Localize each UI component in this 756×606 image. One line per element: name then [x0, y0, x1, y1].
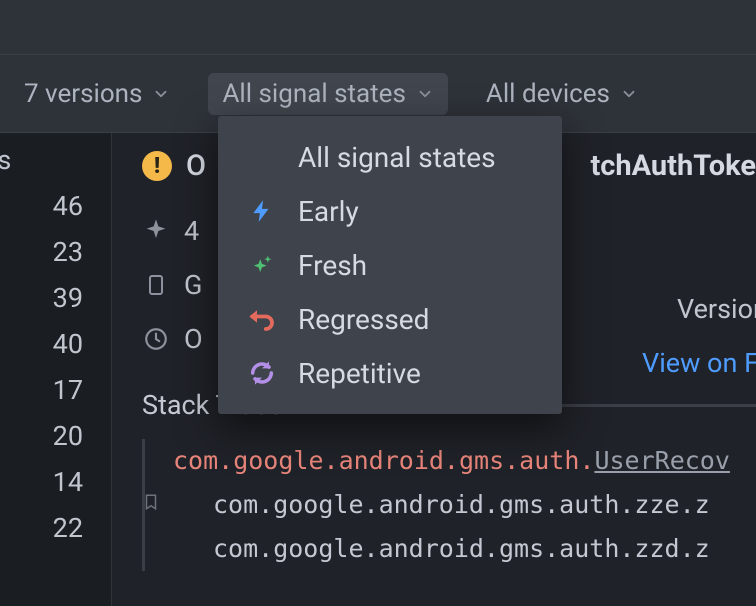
dropdown-item-early[interactable]: Early	[218, 184, 562, 238]
chevron-down-icon	[152, 85, 170, 103]
meta-events-value: 4	[184, 215, 199, 247]
sparkle-icon	[142, 217, 170, 245]
clock-icon	[142, 325, 170, 353]
stack-trace: com.google.android.gms.auth.UserRecov co…	[142, 439, 756, 571]
dropdown-item-label: Regressed	[298, 303, 429, 336]
trace-text: com.google.android.gms.auth.zzd.z	[213, 534, 710, 563]
trace-text: com.google.android.gms.auth.zze.z	[213, 490, 710, 519]
undo-icon	[246, 303, 278, 335]
filter-devices[interactable]: All devices	[472, 73, 652, 115]
dropdown-item-fresh[interactable]: Fresh	[218, 238, 562, 292]
trace-line[interactable]: com.google.android.gms.auth.zzd.z	[173, 527, 756, 571]
bookmark-icon	[142, 491, 160, 513]
list-item[interactable]: 23	[0, 229, 111, 275]
dropdown-item-label: Repetitive	[298, 357, 421, 390]
issue-title-prefix: O	[186, 149, 206, 183]
meta-time-value: O	[184, 323, 203, 355]
sidebar-header: sers	[0, 144, 11, 176]
trace-class: UserRecov	[594, 446, 729, 475]
trace-line[interactable]: com.google.android.gms.auth.UserRecov	[173, 439, 756, 483]
list-item[interactable]: 14	[0, 459, 111, 505]
filter-versions-label: 7 versions	[24, 79, 142, 109]
issue-title-suffix: tchAuthToke	[590, 149, 756, 183]
list-item[interactable]: 20	[0, 413, 111, 459]
blank-icon	[246, 141, 278, 173]
sidebar: sers 46 23 39 40 17 20 14 22	[0, 133, 112, 606]
dropdown-item-regressed[interactable]: Regressed	[218, 292, 562, 346]
dropdown-item-label: All signal states	[298, 141, 496, 174]
list-item[interactable]: 22	[0, 505, 111, 551]
view-on-link-row: View on Fi	[642, 347, 756, 379]
dropdown-item-label: Fresh	[298, 249, 367, 282]
trace-package: com.google.android.gms.auth.	[173, 446, 594, 475]
view-on-firebase-link[interactable]: View on Fi	[642, 347, 756, 379]
warning-icon: !	[142, 151, 172, 181]
versions-affected-label: Versions affe	[677, 293, 756, 325]
device-icon	[142, 271, 170, 299]
sparkle-icon	[246, 249, 278, 281]
meta-device-value: G	[184, 269, 202, 301]
dropdown-item-label: Early	[298, 195, 359, 228]
list-item[interactable]: 39	[0, 275, 111, 321]
filter-versions[interactable]: 7 versions	[10, 73, 184, 115]
filter-signal-states-label: All signal states	[222, 79, 405, 109]
filter-signal-states[interactable]: All signal states	[208, 73, 447, 115]
list-item[interactable]: 46	[0, 183, 111, 229]
bolt-icon	[246, 195, 278, 227]
list-item[interactable]: 40	[0, 321, 111, 367]
dropdown-item-all[interactable]: All signal states	[218, 130, 562, 184]
title-bar	[0, 0, 756, 55]
sync-icon	[246, 357, 278, 389]
trace-line[interactable]: com.google.android.gms.auth.zze.z	[173, 483, 756, 527]
chevron-down-icon	[416, 85, 434, 103]
list-item[interactable]: 17	[0, 367, 111, 413]
dropdown-item-repetitive[interactable]: Repetitive	[218, 346, 562, 400]
filter-devices-label: All devices	[486, 79, 610, 109]
signal-states-dropdown: All signal states Early Fresh Regressed …	[218, 116, 562, 414]
chevron-down-icon	[620, 85, 638, 103]
